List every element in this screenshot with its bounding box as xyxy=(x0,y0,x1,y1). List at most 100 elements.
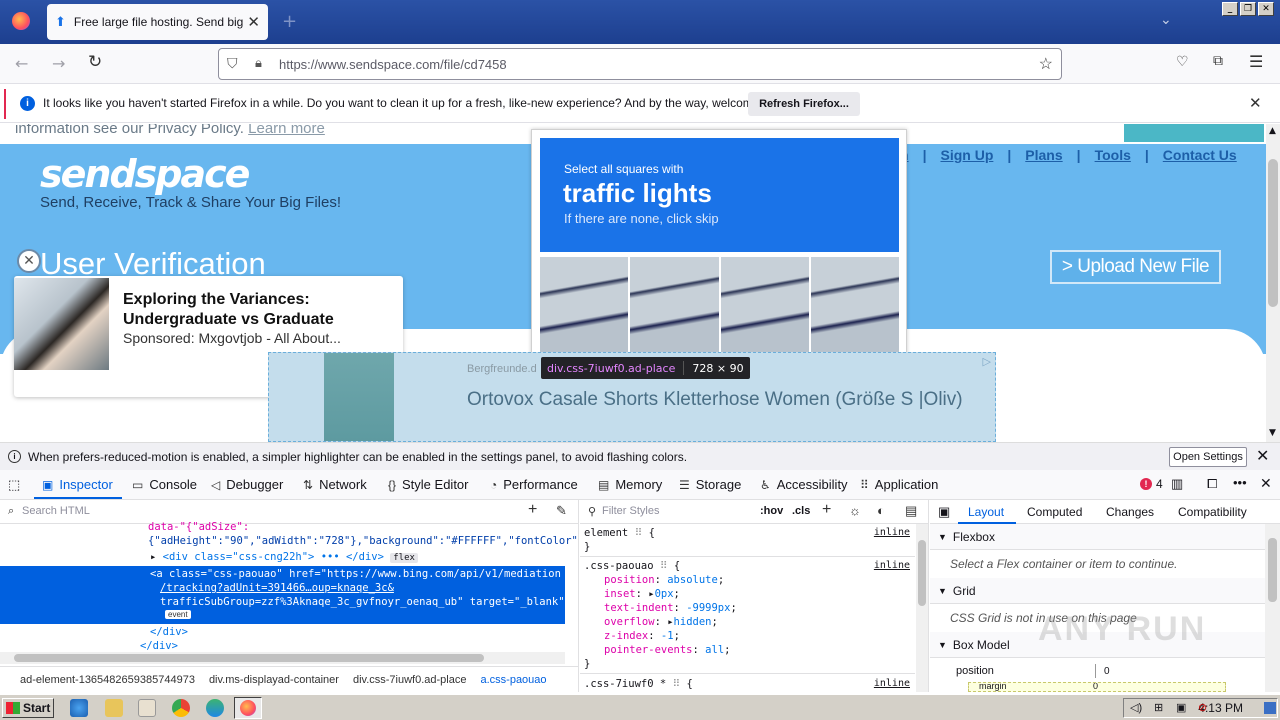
flexbox-section-header[interactable]: ▼ Flexbox xyxy=(930,524,1265,550)
tab-style-editor[interactable]: {} Style Editor xyxy=(388,477,469,492)
error-count-badge[interactable]: ! 4 xyxy=(1140,477,1163,491)
flex-badge[interactable]: flex xyxy=(390,553,418,563)
responsive-design-icon[interactable]: ▥ xyxy=(1171,476,1183,492)
rule-source[interactable]: inline xyxy=(874,678,910,689)
css-declaration[interactable]: text-indent: -9999px; xyxy=(604,602,737,614)
new-tab-icon[interactable]: + xyxy=(282,11,297,32)
nav-link-tools[interactable]: Tools xyxy=(1095,147,1131,163)
add-node-icon[interactable]: + xyxy=(528,501,537,519)
open-settings-button[interactable]: Open Settings xyxy=(1169,447,1247,467)
breadcrumb-item[interactable]: ad-element-1365482659385744973 xyxy=(20,674,195,686)
close-icon[interactable]: ✕ xyxy=(1256,446,1269,466)
rule-paouao[interactable]: .css-paouao ⠿ { xyxy=(584,560,680,572)
eyedropper-icon[interactable]: ✎ xyxy=(556,503,567,519)
tab-accessibility[interactable]: ♿︎ Accessibility xyxy=(760,477,848,492)
tab-changes[interactable]: Changes xyxy=(1106,505,1154,519)
firefox-icon[interactable] xyxy=(12,12,30,30)
hov-toggle[interactable]: :hov xyxy=(760,505,783,517)
edge-icon[interactable] xyxy=(206,699,224,717)
scroll-up-icon[interactable]: ▲ xyxy=(1269,126,1276,136)
breadcrumb-item[interactable]: div.css-7iuwf0.ad-place xyxy=(353,674,467,686)
security-tray-icon[interactable]: ▣ xyxy=(1176,701,1186,714)
extensions-icon[interactable]: ⧉ xyxy=(1213,53,1223,69)
forward-icon[interactable]: → xyxy=(52,54,65,73)
media-player-icon[interactable] xyxy=(138,699,156,717)
captcha-tile[interactable] xyxy=(630,257,719,357)
element-picker-icon[interactable]: ⬚ xyxy=(8,477,20,493)
upload-new-file-button[interactable]: > Upload New File xyxy=(1050,250,1221,284)
alert-tray-icon[interactable]: ⊘ xyxy=(1198,701,1207,714)
tab-computed[interactable]: Computed xyxy=(1027,505,1082,519)
network-tray-icon[interactable]: ⊞ xyxy=(1154,701,1163,714)
show-desktop-icon[interactable] xyxy=(1264,702,1276,714)
close-tab-icon[interactable]: ✕ xyxy=(247,13,260,31)
nav-link-signup[interactable]: Sign Up xyxy=(940,147,993,163)
css-declaration[interactable]: pointer-events: all; xyxy=(604,644,730,656)
tab-debugger[interactable]: ◁ Debugger xyxy=(211,477,283,492)
tab-inspector[interactable]: ▣ Inspector xyxy=(42,477,113,492)
rule-element[interactable]: element ⠿ { xyxy=(584,527,655,539)
scrollbar-thumb[interactable] xyxy=(918,540,926,606)
layout-scrollbar[interactable] xyxy=(1265,524,1280,692)
tab-console[interactable]: ▭ Console xyxy=(132,477,197,492)
shield-icon[interactable]: ⛉ xyxy=(227,55,238,72)
browser-tab[interactable]: ⬆ Free large file hosting. Send big fil … xyxy=(47,4,268,40)
captcha-tile[interactable] xyxy=(720,257,809,357)
tab-compatibility[interactable]: Compatibility xyxy=(1178,505,1247,519)
nav-link-plans[interactable]: Plans xyxy=(1025,147,1062,163)
url-bar[interactable]: ⛉ 🔒︎ https://www.sendspace.com/file/cd74… xyxy=(218,48,1062,80)
firefox-taskbar-button[interactable] xyxy=(234,697,262,719)
selected-node[interactable]: <a class="css-paouao" href="https://www.… xyxy=(0,566,571,624)
tab-network[interactable]: ⇅ Network xyxy=(303,477,367,492)
nav-link-contact[interactable]: Contact Us xyxy=(1163,147,1237,163)
rule-7iuwf0[interactable]: .css-7iuwf0 * ⠿ { xyxy=(584,678,693,690)
event-badge[interactable]: event xyxy=(165,610,191,619)
captcha-tile[interactable] xyxy=(540,257,629,357)
css-declaration[interactable]: position: absolute; xyxy=(604,574,724,586)
html-line[interactable]: </div> xyxy=(150,626,188,638)
tab-performance[interactable]: ◔ Performance xyxy=(490,477,578,492)
breadcrumb-item-current[interactable]: a.css-paouao xyxy=(480,674,546,686)
toggle-sidebar-icon[interactable]: ▣ xyxy=(938,504,950,520)
reload-icon[interactable]: ↻ xyxy=(88,52,102,72)
tab-application[interactable]: ⠿ Application xyxy=(860,477,938,492)
bookmark-star-icon[interactable]: ☆ xyxy=(1039,54,1053,74)
chrome-icon[interactable] xyxy=(172,699,190,717)
scrollbar-thumb[interactable] xyxy=(1268,538,1277,602)
page-scrollbar[interactable]: ▲ ▼ xyxy=(1266,124,1280,442)
refresh-firefox-button[interactable]: Refresh Firefox... xyxy=(748,92,860,116)
search-html-input[interactable]: Search HTML xyxy=(22,505,90,517)
html-line[interactable]: </div> xyxy=(140,640,178,652)
start-button[interactable]: Start xyxy=(2,698,54,718)
css-declaration[interactable]: inset: ▸0px; xyxy=(604,588,680,600)
breadcrumb-item[interactable]: div.ms-displayad-container xyxy=(209,674,339,686)
dock-icon[interactable]: ⧠ xyxy=(1207,476,1217,492)
list-tabs-chevron-icon[interactable]: ⌄ xyxy=(1160,12,1172,28)
ie-icon[interactable] xyxy=(70,699,88,717)
lock-icon[interactable]: 🔒︎ xyxy=(255,55,262,71)
tab-layout[interactable]: Layout xyxy=(968,505,1004,519)
close-window-button[interactable]: ✕ xyxy=(1258,2,1274,16)
css-declaration[interactable]: z-index: -1; xyxy=(604,630,680,642)
learn-more-link[interactable]: Learn more xyxy=(248,124,325,137)
scroll-down-icon[interactable]: ▼ xyxy=(1269,428,1276,438)
cls-toggle[interactable]: .cls xyxy=(792,505,810,517)
restore-button[interactable]: ❐ xyxy=(1240,2,1256,16)
folder-icon[interactable] xyxy=(105,699,123,717)
dark-scheme-icon[interactable]: ◐ xyxy=(877,503,885,518)
volume-icon[interactable]: ◁) xyxy=(1130,701,1142,714)
css-declaration[interactable]: overflow: ▸hidden; xyxy=(604,616,718,628)
rules-scrollbar[interactable] xyxy=(916,524,928,692)
close-notification-icon[interactable]: ✕ xyxy=(1249,94,1262,112)
html-horizontal-scrollbar[interactable] xyxy=(0,652,565,664)
scrollbar-thumb[interactable] xyxy=(14,654,484,662)
back-icon[interactable]: ← xyxy=(15,54,28,73)
grid-section-header[interactable]: ▼ Grid xyxy=(930,578,1265,604)
pocket-icon[interactable]: ♡ xyxy=(1176,54,1189,70)
tab-memory[interactable]: ▤ Memory xyxy=(598,477,662,492)
filter-styles-input[interactable]: Filter Styles xyxy=(602,505,659,517)
close-devtools-icon[interactable]: ✕ xyxy=(1260,475,1272,492)
captcha-tile[interactable] xyxy=(810,257,899,357)
adchoices-icon[interactable]: ▷ xyxy=(983,355,991,368)
light-scheme-icon[interactable]: ☼ xyxy=(849,503,861,518)
